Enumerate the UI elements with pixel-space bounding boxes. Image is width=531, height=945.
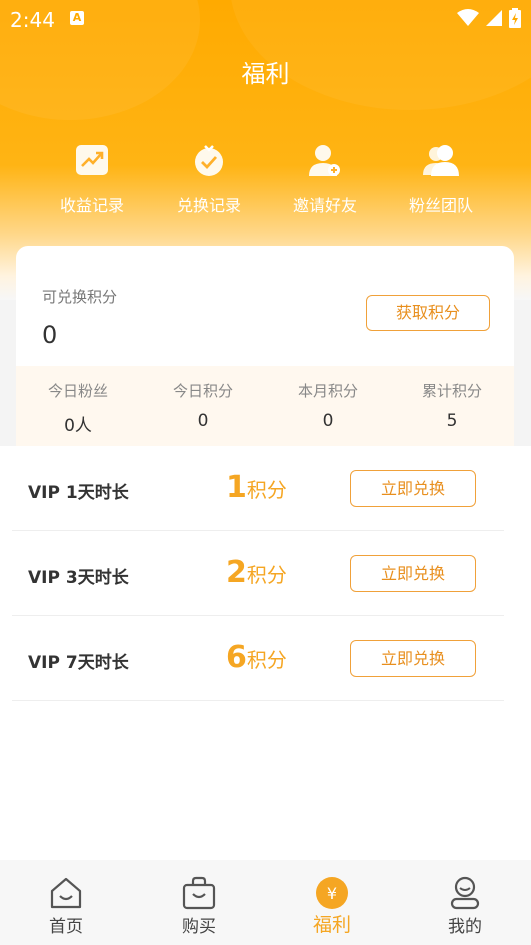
notification-badge: A <box>70 11 84 25</box>
cost-unit: 积分 <box>246 478 287 502</box>
bottom-tab-bar: 首页 购买 ¥ 福利 我的 <box>0 860 531 945</box>
quick-action-label: 收益记录 <box>59 196 124 215</box>
status-time: 2:44 <box>10 8 55 32</box>
home-icon <box>50 877 82 909</box>
page-title: 福利 <box>241 60 290 88</box>
get-points-button[interactable]: 获取积分 <box>366 295 490 331</box>
points-stats: 今日粉丝 0人 今日积分 0 本月积分 0 累计积分 5 <box>16 366 514 446</box>
exchange-item-name: VIP 3天时长 <box>28 568 129 588</box>
wifi-icon <box>457 9 479 26</box>
status-icons <box>457 8 521 28</box>
quick-action-team[interactable]: 粉丝团队 <box>381 142 501 216</box>
cost-number: 1 <box>226 470 247 505</box>
cost-unit: 积分 <box>246 563 287 587</box>
signal-icon <box>486 10 502 26</box>
stat-value: 0 <box>197 411 209 431</box>
exchange-item-cost: 6积分 <box>226 640 287 675</box>
tab-buy[interactable]: 购买 <box>133 860 265 945</box>
stat-label: 今日粉丝 <box>47 382 108 400</box>
quick-action-invite[interactable]: 邀请好友 <box>265 142 385 216</box>
redeem-button[interactable]: 立即兑换 <box>350 640 476 677</box>
exchange-item-name: VIP 7天时长 <box>28 653 129 673</box>
exchange-list: VIP 1天时长 1积分 立即兑换 VIP 3天时长 2积分 立即兑换 VIP … <box>0 446 531 860</box>
trend-chart-icon <box>76 145 108 175</box>
exchange-item-cost: 1积分 <box>226 470 287 505</box>
points-card: 可兑换积分 0 获取积分 <box>16 246 514 366</box>
yen-coin-icon: ¥ <box>316 877 348 909</box>
exchange-item: VIP 1天时长 1积分 立即兑换 <box>12 446 504 531</box>
quick-action-label: 兑换记录 <box>176 196 241 215</box>
exchange-item-cost: 2积分 <box>226 555 287 590</box>
quick-action-label: 邀请好友 <box>292 196 357 215</box>
cost-number: 6 <box>226 640 247 675</box>
profile-icon <box>450 876 480 910</box>
stat-value: 0人 <box>64 416 92 436</box>
stat-today-points: 今日积分 0 <box>141 366 265 431</box>
exchange-item: VIP 7天时长 6积分 立即兑换 <box>12 616 504 701</box>
cost-number: 2 <box>226 555 247 590</box>
stat-label: 本月积分 <box>297 382 358 400</box>
available-points-label: 可兑换积分 <box>42 288 118 306</box>
tab-label: 我的 <box>448 917 482 937</box>
tab-label: 福利 <box>312 914 351 936</box>
team-icon <box>423 145 459 176</box>
redeem-button[interactable]: 立即兑换 <box>350 470 476 507</box>
tab-welfare[interactable]: ¥ 福利 <box>266 860 398 945</box>
svg-text:¥: ¥ <box>327 884 337 903</box>
cost-unit: 积分 <box>246 648 287 672</box>
stat-month-points: 本月积分 0 <box>266 366 390 431</box>
stat-value: 5 <box>446 411 458 431</box>
tab-label: 购买 <box>182 917 216 937</box>
status-bar: 2:44 A <box>0 0 531 36</box>
stat-today-fans: 今日粉丝 0人 <box>16 366 140 436</box>
tab-profile[interactable]: 我的 <box>399 860 531 945</box>
stat-label: 今日积分 <box>172 382 233 400</box>
stat-label: 累计积分 <box>421 382 482 400</box>
available-points-value: 0 <box>42 321 58 349</box>
check-badge-icon <box>195 145 223 176</box>
stat-value: 0 <box>322 411 334 431</box>
quick-action-label: 粉丝团队 <box>408 196 473 215</box>
exchange-item-name: VIP 1天时长 <box>28 483 129 503</box>
shopping-bag-icon <box>182 876 216 910</box>
exchange-item: VIP 3天时长 2积分 立即兑换 <box>12 531 504 616</box>
quick-action-earnings[interactable]: 收益记录 <box>32 142 152 216</box>
tab-label: 首页 <box>49 917 83 937</box>
battery-icon <box>509 8 521 28</box>
quick-action-exchange-history[interactable]: 兑换记录 <box>149 142 269 216</box>
stat-total-points: 累计积分 5 <box>390 366 514 431</box>
add-user-icon <box>309 145 340 176</box>
tab-home[interactable]: 首页 <box>0 860 132 945</box>
redeem-button[interactable]: 立即兑换 <box>350 555 476 592</box>
